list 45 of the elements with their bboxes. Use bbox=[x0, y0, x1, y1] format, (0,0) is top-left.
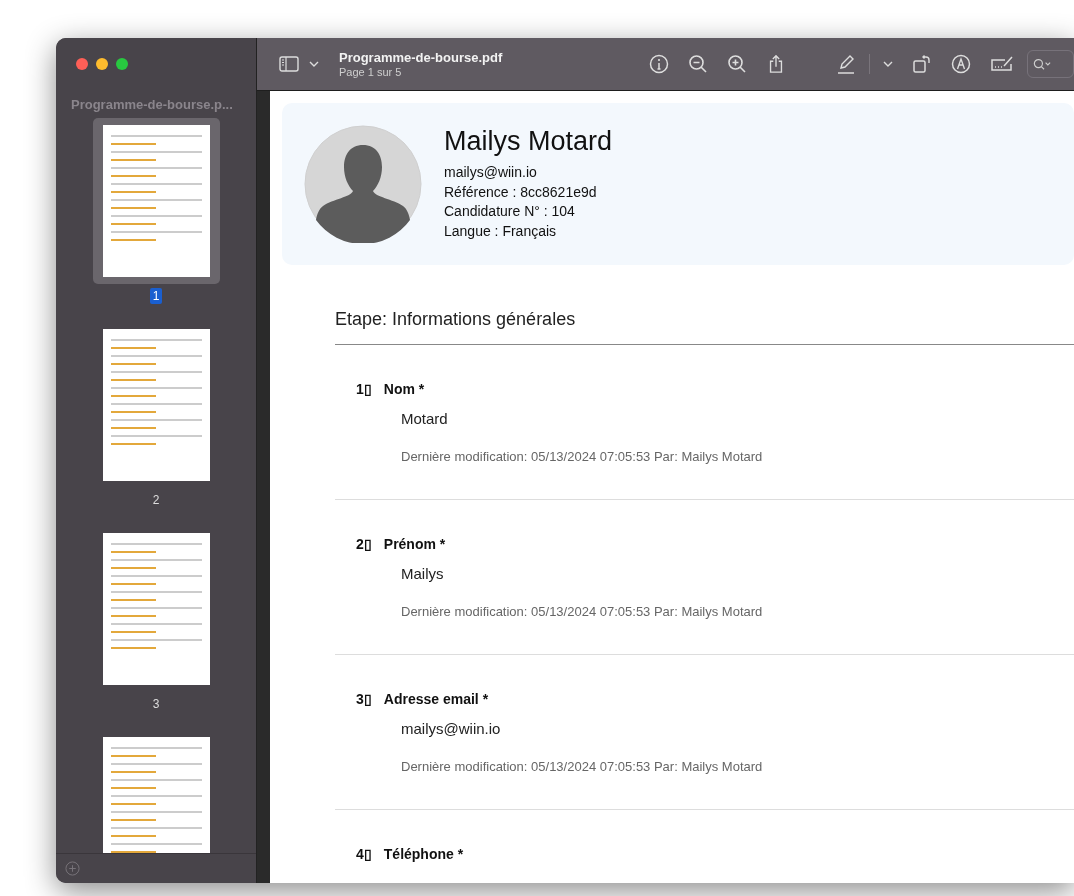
question-label: Adresse email * bbox=[383, 691, 489, 707]
question-number: 4▯ bbox=[356, 846, 372, 862]
page-number: 2 bbox=[151, 492, 161, 508]
markup-icon[interactable] bbox=[951, 54, 971, 74]
profile-detail: Candidature N° : 104 bbox=[444, 202, 576, 221]
page-number: 3 bbox=[151, 696, 161, 712]
document-title: Programme-de-bourse.pdf bbox=[339, 50, 504, 65]
profile-name: Mailys Motard bbox=[444, 126, 613, 157]
search-icon bbox=[1033, 57, 1051, 71]
sidebar-toggle-icon[interactable] bbox=[279, 54, 299, 74]
chevron-down-icon[interactable] bbox=[883, 61, 893, 67]
answer-text: Motard bbox=[401, 410, 449, 427]
zoom-out-icon[interactable] bbox=[688, 54, 708, 74]
section-title: Etape: Informations générales bbox=[335, 309, 1074, 345]
modification-note: Dernière modification: 05/13/2024 07:05:53 Par: Mailys Motard bbox=[401, 449, 764, 464]
close-window-button[interactable] bbox=[76, 58, 88, 70]
signature-icon[interactable] bbox=[990, 55, 1014, 73]
page-thumbnail[interactable] bbox=[102, 125, 210, 277]
question-number: 1▯ bbox=[356, 381, 372, 397]
zoom-window-button[interactable] bbox=[116, 58, 128, 70]
search-field[interactable] bbox=[1027, 50, 1074, 78]
question-label: Téléphone * bbox=[383, 846, 464, 862]
page-number: 1 bbox=[149, 288, 163, 304]
question-label: Nom * bbox=[383, 381, 425, 397]
question-number: 3▯ bbox=[356, 691, 372, 707]
page-thumbnail[interactable] bbox=[102, 737, 210, 853]
profile-detail: Langue : Français bbox=[444, 221, 558, 241]
modification-note: Dernière modification: 05/13/2024 07:05:53 Par: Mailys Motard bbox=[401, 759, 764, 774]
rotate-icon[interactable] bbox=[912, 54, 932, 74]
answer-text: mailys@wiin.io bbox=[401, 720, 502, 737]
answer-text: Mailys bbox=[401, 565, 445, 582]
question-number: 2▯ bbox=[356, 536, 372, 552]
page-thumbnail[interactable] bbox=[102, 329, 210, 481]
modification-note: Dernière modification: 05/13/2024 07:05:53 Par: Mailys Motard bbox=[401, 604, 764, 619]
info-icon[interactable] bbox=[649, 54, 669, 74]
page-indicator: Page 1 sur 5 bbox=[339, 66, 403, 78]
profile-detail: Référence : 8cc8621e9d bbox=[444, 182, 598, 202]
minimize-window-button[interactable] bbox=[96, 58, 108, 70]
chevron-down-icon[interactable] bbox=[309, 61, 319, 67]
page-thumbnail[interactable] bbox=[102, 533, 210, 685]
sidebar-title: Programme-de-bourse.p... bbox=[70, 96, 234, 112]
zoom-in-icon[interactable] bbox=[727, 54, 747, 74]
profile-detail: mailys@wiin.io bbox=[444, 163, 538, 182]
question-label: Prénom * bbox=[383, 536, 446, 552]
pencil-icon[interactable] bbox=[836, 54, 856, 74]
